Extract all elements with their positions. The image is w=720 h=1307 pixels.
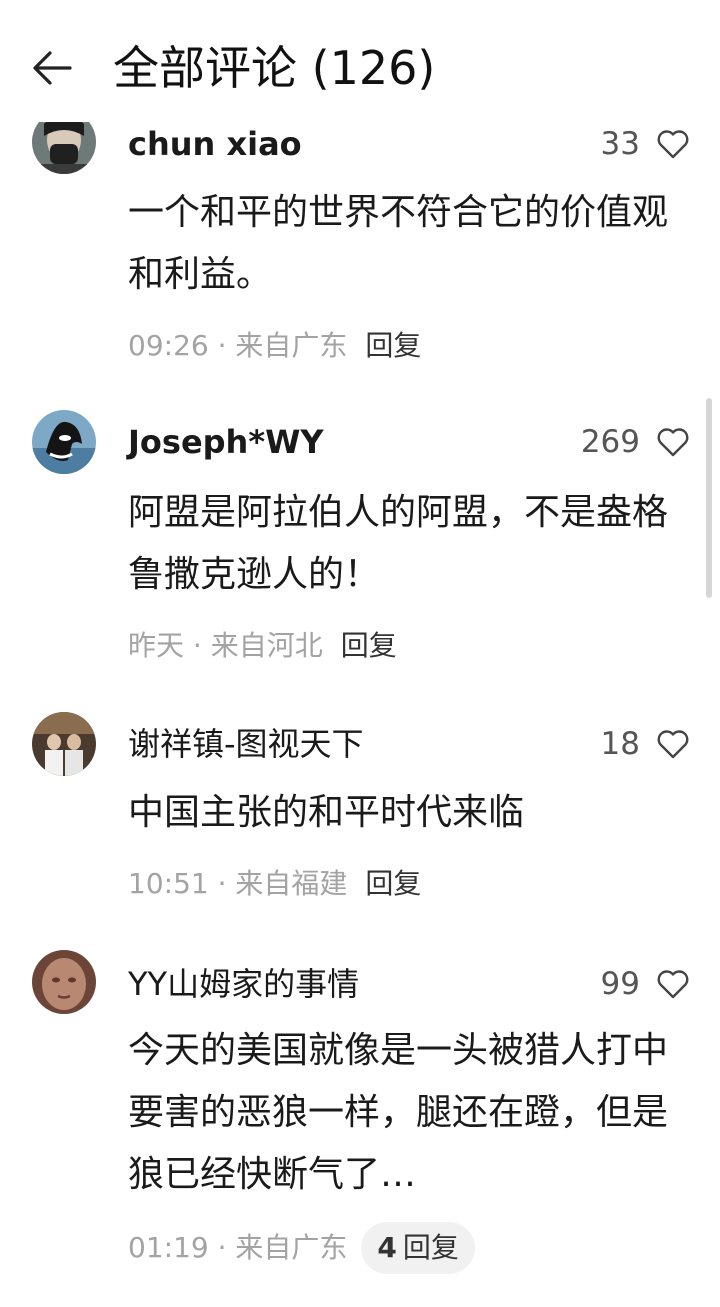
arrow-left-icon [33, 51, 72, 85]
like-count: 99 [600, 966, 640, 1002]
meta-separator: · [208, 1231, 236, 1264]
scrollbar[interactable] [706, 398, 712, 598]
like-count: 269 [580, 424, 640, 460]
like-button[interactable]: 99 [601, 962, 690, 1006]
comment-username[interactable]: Joseph*WY [128, 420, 324, 464]
comment-meta: 09:26 · 来自广东 回复 [128, 326, 421, 366]
page-title: 全部评论 (126) [113, 41, 436, 95]
reply-button[interactable]: 回复 [365, 864, 421, 904]
reply-button[interactable]: 回复 [365, 326, 421, 366]
page-header: 全部评论 (126) [0, 0, 720, 122]
comment-location: 来自福建 [235, 867, 348, 900]
like-count: 33 [600, 126, 640, 162]
comment-username[interactable]: 谢祥镇-图视天下 [128, 722, 364, 766]
heart-outline-icon [657, 130, 689, 159]
comment-text: 中国主张的和平时代来临 [128, 792, 525, 833]
comment-location: 来自广东 [235, 1231, 348, 1264]
meta-separator: · [208, 329, 236, 362]
reply-button[interactable]: 回复 [341, 626, 397, 666]
avatar[interactable] [32, 712, 96, 776]
comment-text: 今天的美国就像是一头被猎人打中要害的恶狼一样，腿还在蹬，但是狼已经快断气了… [128, 1030, 669, 1195]
comment-text: 一个和平的世界不符合它的价值观和利益。 [128, 192, 669, 295]
meta-separator: · [184, 629, 211, 662]
like-button[interactable]: 18 [601, 722, 690, 766]
like-count: 18 [600, 726, 640, 762]
like-button[interactable]: 269 [581, 420, 690, 464]
comment-time: 昨天 [128, 629, 185, 662]
comment-text: 阿盟是阿拉伯人的阿盟，不是盎格鲁撒克逊人的！ [128, 492, 669, 595]
comment-list: chun xiao 33 一个和平的世界不符合它的价值观和利益。 09:26 ·… [0, 0, 720, 1307]
heart-outline-icon [657, 730, 689, 759]
comment-location: 来自广东 [235, 329, 348, 362]
comment-username[interactable]: chun xiao [128, 122, 302, 166]
avatar[interactable] [32, 950, 96, 1014]
reply-label: 回复 [402, 1231, 459, 1264]
heart-outline-icon [657, 970, 689, 999]
reply-count: 4 [377, 1231, 397, 1264]
comment-meta: 昨天 · 来自河北 回复 [128, 626, 397, 666]
like-button[interactable]: 33 [601, 122, 690, 166]
heart-outline-icon [657, 428, 689, 457]
comment-username[interactable]: YY山姆家的事情 [128, 962, 359, 1006]
comment-time: 09:26 [128, 329, 209, 362]
comment-location: 来自河北 [210, 629, 323, 662]
comment-meta: 01:19 · 来自广东 4 回复 [128, 1222, 475, 1274]
meta-separator: · [208, 867, 236, 900]
comment-time: 01:19 [128, 1231, 209, 1264]
avatar[interactable] [32, 410, 96, 474]
reply-count-button[interactable]: 4 回复 [361, 1222, 475, 1274]
comment-time: 10:51 [128, 867, 209, 900]
back-button[interactable] [28, 44, 84, 94]
comment-meta: 10:51 · 来自福建 回复 [128, 864, 421, 904]
